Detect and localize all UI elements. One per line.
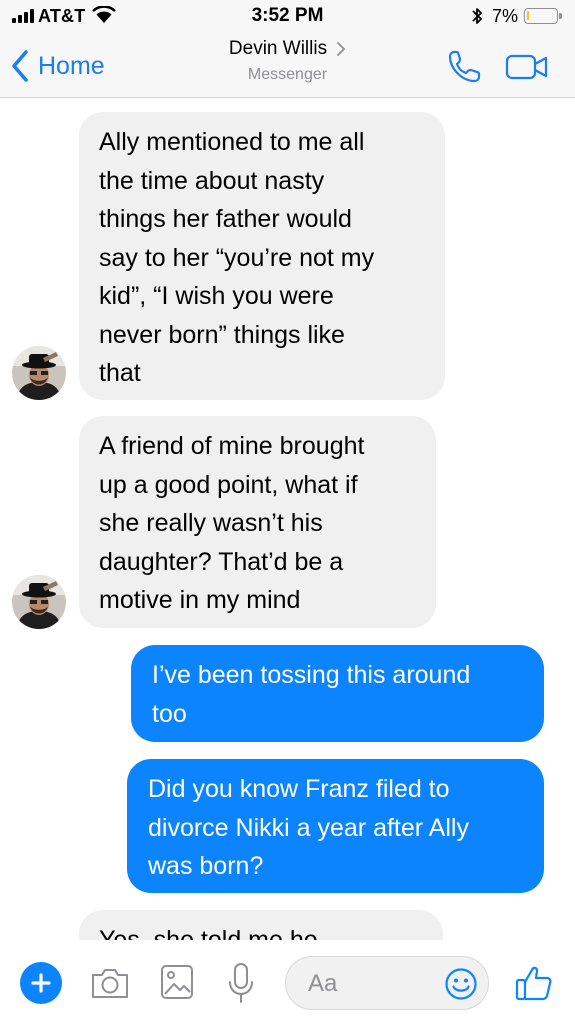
battery-level-fill [527,11,529,20]
incoming-message-bubble[interactable]: Yes, she told me he [79,910,443,940]
contact-avatar[interactable] [12,346,66,400]
message-input-placeholder: Aa [308,970,338,997]
more-actions-button[interactable] [20,962,62,1004]
phone-icon[interactable] [445,48,483,86]
avatar-photo [12,575,66,629]
incoming-message-bubble[interactable]: Ally mentioned to me all the time about … [79,112,445,400]
conversation-header: Home Devin Willis Messenger [0,34,575,98]
contact-name: Devin Willis [228,38,328,59]
camera-icon[interactable] [90,966,130,1000]
battery-percent: 7% [492,6,519,26]
contact-name-button[interactable]: Devin Willis [229,38,346,60]
message-text: Did you know Franz filed to divorce Nikk… [148,775,469,880]
battery-icon [524,8,562,24]
message-composer: Aa [0,940,575,1024]
outgoing-message-bubble[interactable]: I’ve been tossing this around too [131,645,544,742]
contact-subtitle: Messenger [247,66,328,83]
outgoing-message-bubble[interactable]: Did you know Franz filed to divorce Nikk… [127,759,544,893]
incoming-message-bubble[interactable]: A friend of mine brought up a good point… [79,416,436,628]
chevron-right-icon [337,42,346,56]
microphone-icon[interactable] [228,962,254,1004]
status-time: 3:52 PM [251,5,324,26]
plus-icon [31,973,51,993]
message-text: I’ve been tossing this around too [152,661,471,728]
message-text: Ally mentioned to me all the time about … [99,128,375,387]
message-thread[interactable]: Ally mentioned to me all the time about … [0,98,575,940]
contact-header: Devin Willis Messenger [0,38,575,84]
contact-avatar[interactable] [12,575,66,629]
gallery-icon[interactable] [160,964,194,1000]
emoji-icon[interactable] [444,967,478,1001]
message-input[interactable]: Aa [285,956,489,1010]
video-camera-icon[interactable] [505,52,549,82]
avatar-photo [12,346,66,400]
thumbs-up-icon[interactable] [515,962,553,1002]
message-text: A friend of mine brought up a good point… [99,432,365,614]
bluetooth-icon [472,8,482,24]
message-text: Yes, she told me he [99,926,318,940]
status-bar: AT&T 3:52 PM 7% [0,0,575,34]
